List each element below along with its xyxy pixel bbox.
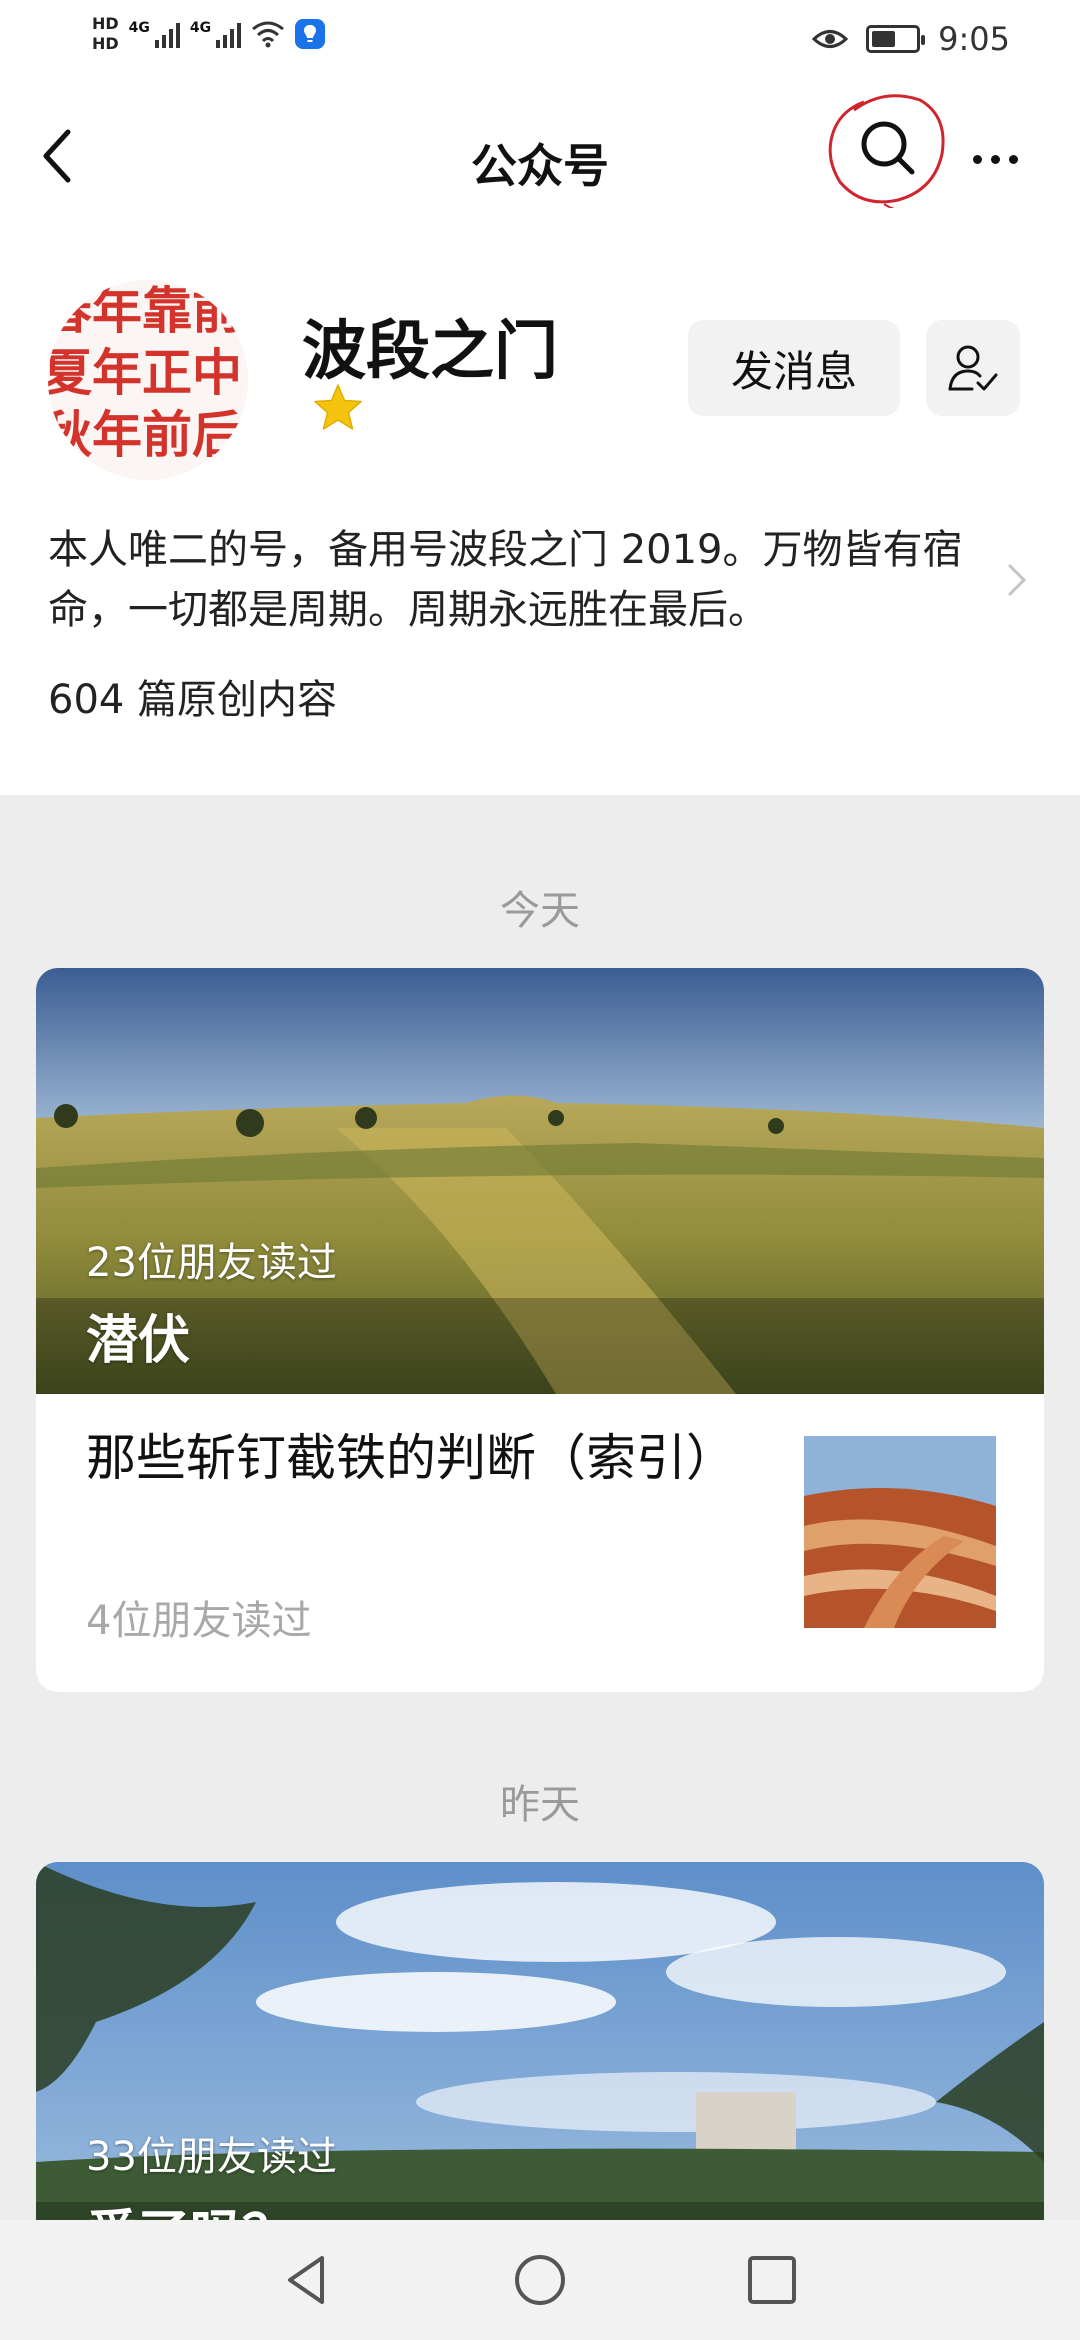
hd-label-2: HD bbox=[92, 34, 119, 53]
notification-bulb-icon bbox=[295, 19, 326, 49]
article-thumbnail[interactable] bbox=[804, 1436, 996, 1628]
network-type-2: 4G bbox=[189, 20, 212, 36]
cover-readers-count: 33位朋友读过 bbox=[86, 2134, 337, 2180]
eye-comfort-icon bbox=[812, 30, 849, 48]
cover-readers-count: 23位朋友读过 bbox=[86, 1240, 337, 1286]
user-check-icon bbox=[948, 345, 998, 391]
chevron-right-icon[interactable] bbox=[1004, 560, 1030, 600]
signal-icon-2: 4G bbox=[189, 20, 242, 48]
account-description[interactable]: 本人唯二的号，备用号波段之门 2019。万物皆有宿命，一切都是周期。周期永远胜在… bbox=[48, 520, 998, 640]
more-dot bbox=[1008, 154, 1018, 164]
system-navigation-bar bbox=[0, 2220, 1080, 2340]
account-name: 波段之门 bbox=[302, 315, 558, 389]
navigation-bar: 公众号 bbox=[0, 80, 1080, 230]
system-back-icon[interactable] bbox=[276, 2248, 340, 2312]
avatar-line: 秋年前后 bbox=[48, 405, 242, 464]
status-right: 9:05 bbox=[812, 20, 1010, 58]
hd-indicator: HD HD bbox=[92, 14, 119, 54]
network-type-1: 4G bbox=[128, 20, 150, 36]
status-bar: HD HD 4G 4G 9:05 bbox=[0, 0, 1080, 80]
battery-icon bbox=[866, 25, 926, 53]
cover-article-title[interactable]: 潜伏 bbox=[86, 1298, 190, 1373]
day-label-today: 今天 bbox=[500, 888, 580, 934]
signal-icon-1: 4G bbox=[129, 20, 180, 48]
account-profile: 春年靠前 夏年正中 秋年前后 波段之门 发消息 本人唯二的号，备用号波段之门 2… bbox=[0, 230, 1080, 795]
article-card[interactable]: 23位朋友读过 潜伏 那些斩钉截铁的判断（索引） 4位朋友读过 bbox=[36, 968, 1044, 1692]
system-recents-icon[interactable] bbox=[740, 2248, 804, 2312]
account-avatar[interactable]: 春年靠前 夏年正中 秋年前后 bbox=[48, 280, 248, 480]
followed-user-button[interactable] bbox=[926, 320, 1020, 416]
hd-label-1: HD bbox=[92, 14, 119, 33]
more-dot bbox=[972, 154, 982, 164]
article-title[interactable]: 那些斩钉截铁的判断（索引） bbox=[86, 1424, 786, 1492]
send-message-button[interactable]: 发消息 bbox=[688, 320, 900, 416]
star-icon[interactable] bbox=[312, 382, 364, 434]
original-content-count[interactable]: 604 篇原创内容 bbox=[48, 667, 337, 725]
wifi-icon bbox=[252, 21, 285, 48]
day-label-yesterday: 昨天 bbox=[500, 1782, 580, 1828]
system-home-icon[interactable] bbox=[508, 2248, 572, 2312]
avatar-line: 春年靠前 bbox=[48, 281, 242, 340]
battery-level bbox=[872, 31, 896, 47]
clock: 9:05 bbox=[938, 20, 1010, 58]
article-readers-count: 4位朋友读过 bbox=[86, 1598, 312, 1644]
more-dot bbox=[990, 154, 1000, 164]
status-left: HD HD 4G 4G bbox=[92, 14, 326, 54]
more-options-button[interactable] bbox=[960, 124, 1030, 194]
search-icon[interactable] bbox=[824, 86, 950, 208]
avatar-line: 夏年正中 bbox=[48, 343, 242, 402]
